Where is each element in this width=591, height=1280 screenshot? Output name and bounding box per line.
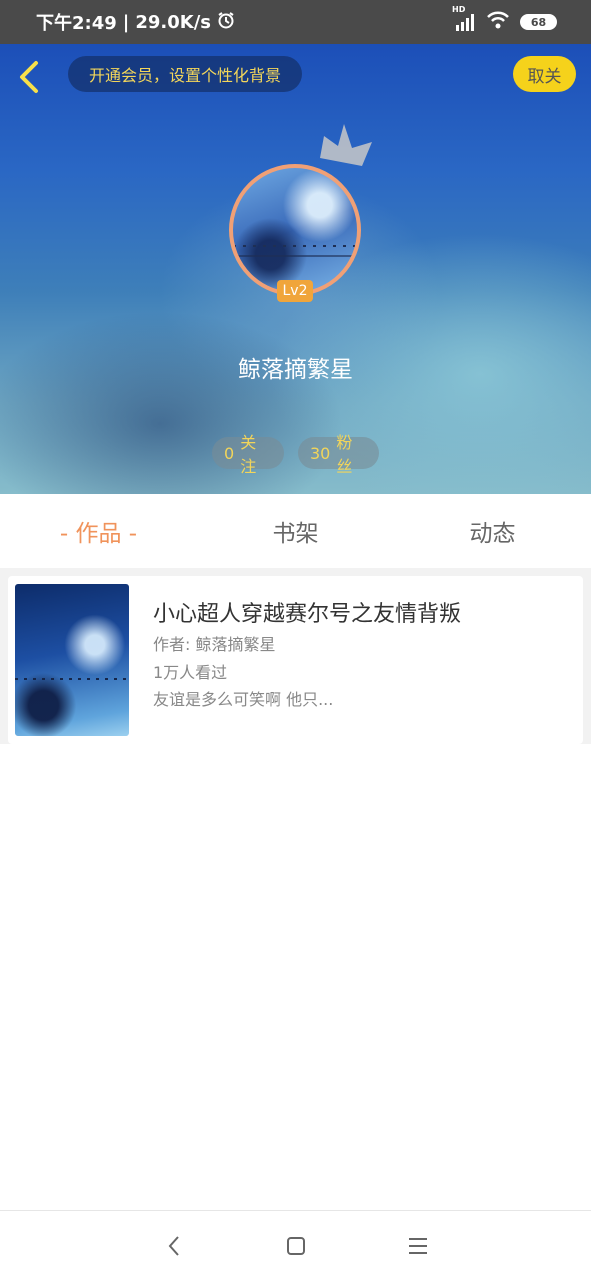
level-badge: Lv2 <box>277 280 313 302</box>
crown-icon <box>320 124 372 166</box>
book-description: 友谊是多么可笑啊 他只... <box>153 690 334 709</box>
book-cover <box>15 584 129 736</box>
book-card[interactable]: 小心超人穿越赛尔号之友情背叛 作者: 鲸落摘繁星 1万人看过 友谊是多么可笑啊 … <box>8 576 583 744</box>
tab-activity[interactable]: 动态 <box>394 514 591 548</box>
fans-label: 粉丝 <box>336 433 353 476</box>
following-count: 0 <box>224 443 235 463</box>
following-stat[interactable]: 0 关注 <box>212 433 284 476</box>
status-separator: | <box>122 11 130 33</box>
username: 鲸落摘繁星 <box>238 357 353 383</box>
nav-back-button[interactable] <box>159 1231 189 1261</box>
chevron-left-icon <box>20 61 38 93</box>
vip-banner[interactable]: 开通会员，设置个性化背景 <box>68 56 302 92</box>
profile-stats: 0 关注 30 粉丝 <box>0 433 591 476</box>
back-arrow-icon <box>168 1235 179 1256</box>
wifi-icon <box>486 11 510 34</box>
unfollow-button[interactable]: 取关 <box>513 56 576 92</box>
network-speed: 29.0K/s <box>135 11 212 33</box>
book-title: 小心超人穿越赛尔号之友情背叛 <box>153 602 462 627</box>
system-nav-bar <box>0 1210 591 1280</box>
alarm-icon <box>217 11 235 34</box>
status-bar: 下午2:49 | 29.0K/s HD 68 <box>0 0 591 44</box>
status-left: 下午2:49 | 29.0K/s <box>36 9 235 35</box>
tab-bookshelf[interactable]: 书架 <box>197 514 394 548</box>
hd-label: HD <box>452 5 466 14</box>
menu-icon <box>408 1237 427 1254</box>
fans-count: 30 <box>310 443 331 463</box>
book-views: 1万人看过 <box>153 663 228 682</box>
profile-tabs: - 作品 - 书架 动态 <box>0 494 591 568</box>
following-label: 关注 <box>240 433 257 476</box>
tab-works[interactable]: - 作品 - <box>0 514 197 548</box>
profile-header: 开通会员，设置个性化背景 取关 Lv2 鲸落摘繁星 0 关注 30 粉丝 <box>0 44 591 494</box>
back-button[interactable] <box>14 60 44 94</box>
fans-stat[interactable]: 30 粉丝 <box>298 433 379 476</box>
status-right: HD 68 <box>452 5 557 34</box>
nav-menu-button[interactable] <box>403 1231 433 1261</box>
nav-home-button[interactable] <box>281 1231 311 1261</box>
book-author: 作者: 鲸落摘繁星 <box>153 635 276 654</box>
signal-icon: HD <box>452 5 476 31</box>
status-time: 下午2:49 <box>36 13 117 34</box>
home-square-icon <box>286 1236 305 1255</box>
battery-indicator: 68 <box>520 14 557 30</box>
